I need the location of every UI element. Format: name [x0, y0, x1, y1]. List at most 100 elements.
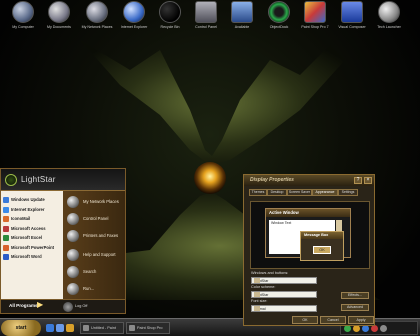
start-label: start	[15, 325, 27, 331]
dock-item-my-documents[interactable]: My Documents	[42, 1, 76, 35]
excel-icon	[3, 235, 9, 241]
tab-appearance[interactable]: Appearance	[312, 189, 338, 196]
visual-composer-icon	[341, 1, 363, 23]
cancel-button[interactable]: Cancel	[320, 316, 346, 324]
tab-themes[interactable]: Themes	[249, 189, 267, 196]
dock-item-paint-shop-pro[interactable]: Paint Shop Pro 7	[298, 1, 332, 35]
log-off-button[interactable]: Log Off	[75, 304, 87, 308]
help-button[interactable]: ?	[354, 177, 362, 184]
dock-label: My Documents	[47, 25, 71, 29]
recycle-bin-icon	[159, 1, 181, 23]
program-label: Windows Update	[11, 197, 45, 202]
dock-item-my-computer[interactable]: My Computer	[6, 1, 40, 35]
dock-label: Control Panel	[195, 25, 217, 29]
place-label: Run...	[83, 286, 95, 291]
preview-active-title: Active Window	[269, 210, 299, 215]
program-item-microsoft-excel[interactable]: Microsoft Excel	[1, 233, 63, 243]
dock-label: ObjectDock	[269, 25, 289, 29]
place-item-run[interactable]: Run...	[65, 282, 123, 296]
window-title-bar[interactable]: Display Properties ? ×	[244, 175, 374, 186]
powerpoint-icon	[3, 244, 9, 251]
dock-item-control-panel[interactable]: Control Panel	[189, 1, 223, 35]
dock-item-recycle-bin[interactable]: Recycle Bin	[153, 1, 187, 35]
place-item-network-places[interactable]: My Network Places	[65, 195, 123, 209]
windows-buttons-label: Windows and buttons:	[251, 271, 289, 275]
desktop-icon[interactable]	[46, 324, 54, 332]
internet-explorer-icon[interactable]	[56, 324, 64, 332]
preview-message-box: Message Box OK	[300, 231, 344, 261]
paintshop-icon	[129, 325, 135, 331]
dock-label: Visual Composer	[338, 25, 366, 29]
chevron-down-icon	[254, 292, 260, 297]
task-button-paintshop[interactable]: Paint Shop Pro	[126, 322, 170, 334]
program-item-microsoft-word[interactable]: Microsoft Word	[1, 252, 63, 262]
dock-item-visual-composer[interactable]: Visual Composer	[335, 1, 369, 35]
messenger-tray-icon[interactable]	[362, 325, 369, 332]
available-icon	[231, 1, 253, 23]
place-item-search[interactable]: Search	[65, 265, 123, 279]
network-places-icon	[67, 196, 79, 208]
place-label: Help and Support	[83, 252, 116, 257]
program-item-microsoft-access[interactable]: Microsoft Access	[1, 224, 63, 234]
program-item-windows-update[interactable]: Windows Update	[1, 195, 63, 205]
control-panel-icon	[67, 213, 79, 225]
log-off-icon[interactable]	[63, 302, 73, 312]
printer-icon	[67, 230, 79, 242]
dock-item-objectdock[interactable]: ObjectDock	[262, 1, 296, 35]
program-label: Microsoft Word	[11, 254, 42, 259]
preview-ok-button: OK	[313, 246, 331, 254]
apply-button[interactable]: Apply	[348, 316, 374, 324]
antivirus-tray-icon[interactable]	[371, 325, 378, 332]
place-item-help[interactable]: Help and Support	[65, 248, 123, 262]
media-player-icon[interactable]	[66, 324, 74, 332]
program-label: IconoMail	[11, 216, 31, 221]
dock-label: My Computer	[12, 25, 34, 29]
user-name: LightStar	[21, 175, 56, 184]
dock-label: Available	[234, 25, 250, 29]
color-scheme-select[interactable]: LightStar	[251, 291, 317, 298]
start-menu-programs: Windows Update Internet Explorer IconoMa…	[1, 191, 63, 299]
top-dock: My Computer My Documents My Network Plac…	[0, 0, 420, 36]
help-icon	[67, 249, 79, 261]
advanced-button[interactable]: Advanced	[341, 304, 369, 311]
place-item-control-panel[interactable]: Control Panel	[65, 212, 123, 226]
dock-item-available[interactable]: Available	[225, 1, 259, 35]
tab-desktop[interactable]: Desktop	[267, 189, 287, 196]
dock-item-internet-explorer[interactable]: Internet Explorer	[117, 1, 151, 35]
my-documents-icon	[48, 1, 70, 23]
paint-icon	[83, 325, 89, 331]
program-label: Microsoft Excel	[11, 235, 42, 240]
all-programs-button[interactable]: All Programs	[9, 303, 38, 308]
windows-buttons-select[interactable]: LightStar	[251, 277, 317, 284]
windows-update-icon	[3, 197, 9, 203]
paint-shop-pro-icon	[304, 1, 326, 23]
program-item-iconomail[interactable]: IconoMail	[1, 214, 63, 224]
control-panel-icon	[195, 1, 217, 23]
ok-button[interactable]: OK	[292, 316, 318, 324]
task-button-paint[interactable]: Untitled - Paint	[80, 322, 124, 334]
color-scheme-label: Color scheme:	[251, 285, 276, 289]
program-item-microsoft-powerpoint[interactable]: Microsoft PowerPoint	[1, 243, 63, 253]
font-size-select[interactable]: Normal	[251, 305, 317, 312]
dock-item-tech-launcher[interactable]: Tech Launcher	[372, 1, 406, 35]
dock-item-my-network-places[interactable]: My Network Places	[80, 1, 114, 35]
place-item-printers[interactable]: Printers and Faxes	[65, 229, 123, 243]
program-item-internet-explorer[interactable]: Internet Explorer	[1, 205, 63, 215]
effects-button[interactable]: Effects...	[341, 292, 369, 299]
tab-screen-saver[interactable]: Screen Saver	[287, 189, 312, 196]
window-title: Display Properties	[250, 177, 294, 183]
place-label: Printers and Faxes	[83, 233, 119, 238]
program-label: Microsoft Access	[11, 225, 46, 231]
place-label: Search	[83, 269, 97, 274]
word-icon	[3, 254, 9, 260]
network-tray-icon[interactable]	[344, 325, 351, 332]
internet-explorer-icon	[123, 1, 145, 23]
tab-settings[interactable]: Settings	[338, 189, 358, 196]
dock-label: Internet Explorer	[120, 25, 148, 29]
start-button[interactable]: start	[1, 320, 41, 336]
start-menu-footer: All Programs ▶ Log Off	[1, 299, 125, 313]
close-button[interactable]: ×	[364, 177, 372, 184]
update-tray-icon[interactable]	[380, 325, 387, 332]
mail-icon	[3, 216, 9, 222]
volume-tray-icon[interactable]	[353, 325, 360, 332]
